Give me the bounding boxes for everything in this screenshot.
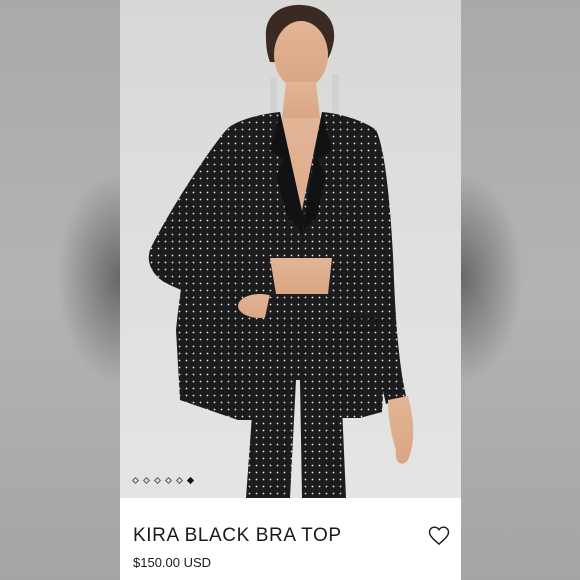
- heart-outline-icon: [428, 526, 450, 545]
- gallery-dot[interactable]: [175, 476, 184, 485]
- gallery-dot[interactable]: [164, 476, 173, 485]
- gallery-dot-active[interactable]: [186, 476, 195, 485]
- listing-frame: KIRA BLACK BRA TOP $150.00 USD: [0, 0, 580, 580]
- product-photo[interactable]: [120, 0, 461, 498]
- gallery-dot[interactable]: [131, 476, 140, 485]
- wishlist-button[interactable]: [428, 526, 450, 546]
- product-card[interactable]: KIRA BLACK BRA TOP $150.00 USD: [120, 0, 461, 580]
- model-photo-illustration: [148, 4, 414, 498]
- gallery-dot[interactable]: [142, 476, 151, 485]
- right-blur-backdrop: [460, 0, 580, 580]
- product-price: $150.00 USD: [133, 555, 212, 570]
- left-blur-backdrop: [0, 0, 120, 580]
- gallery-pagination: [131, 476, 195, 485]
- product-title[interactable]: KIRA BLACK BRA TOP: [133, 525, 342, 547]
- gallery-dot[interactable]: [153, 476, 162, 485]
- product-info: KIRA BLACK BRA TOP $150.00 USD: [120, 498, 461, 580]
